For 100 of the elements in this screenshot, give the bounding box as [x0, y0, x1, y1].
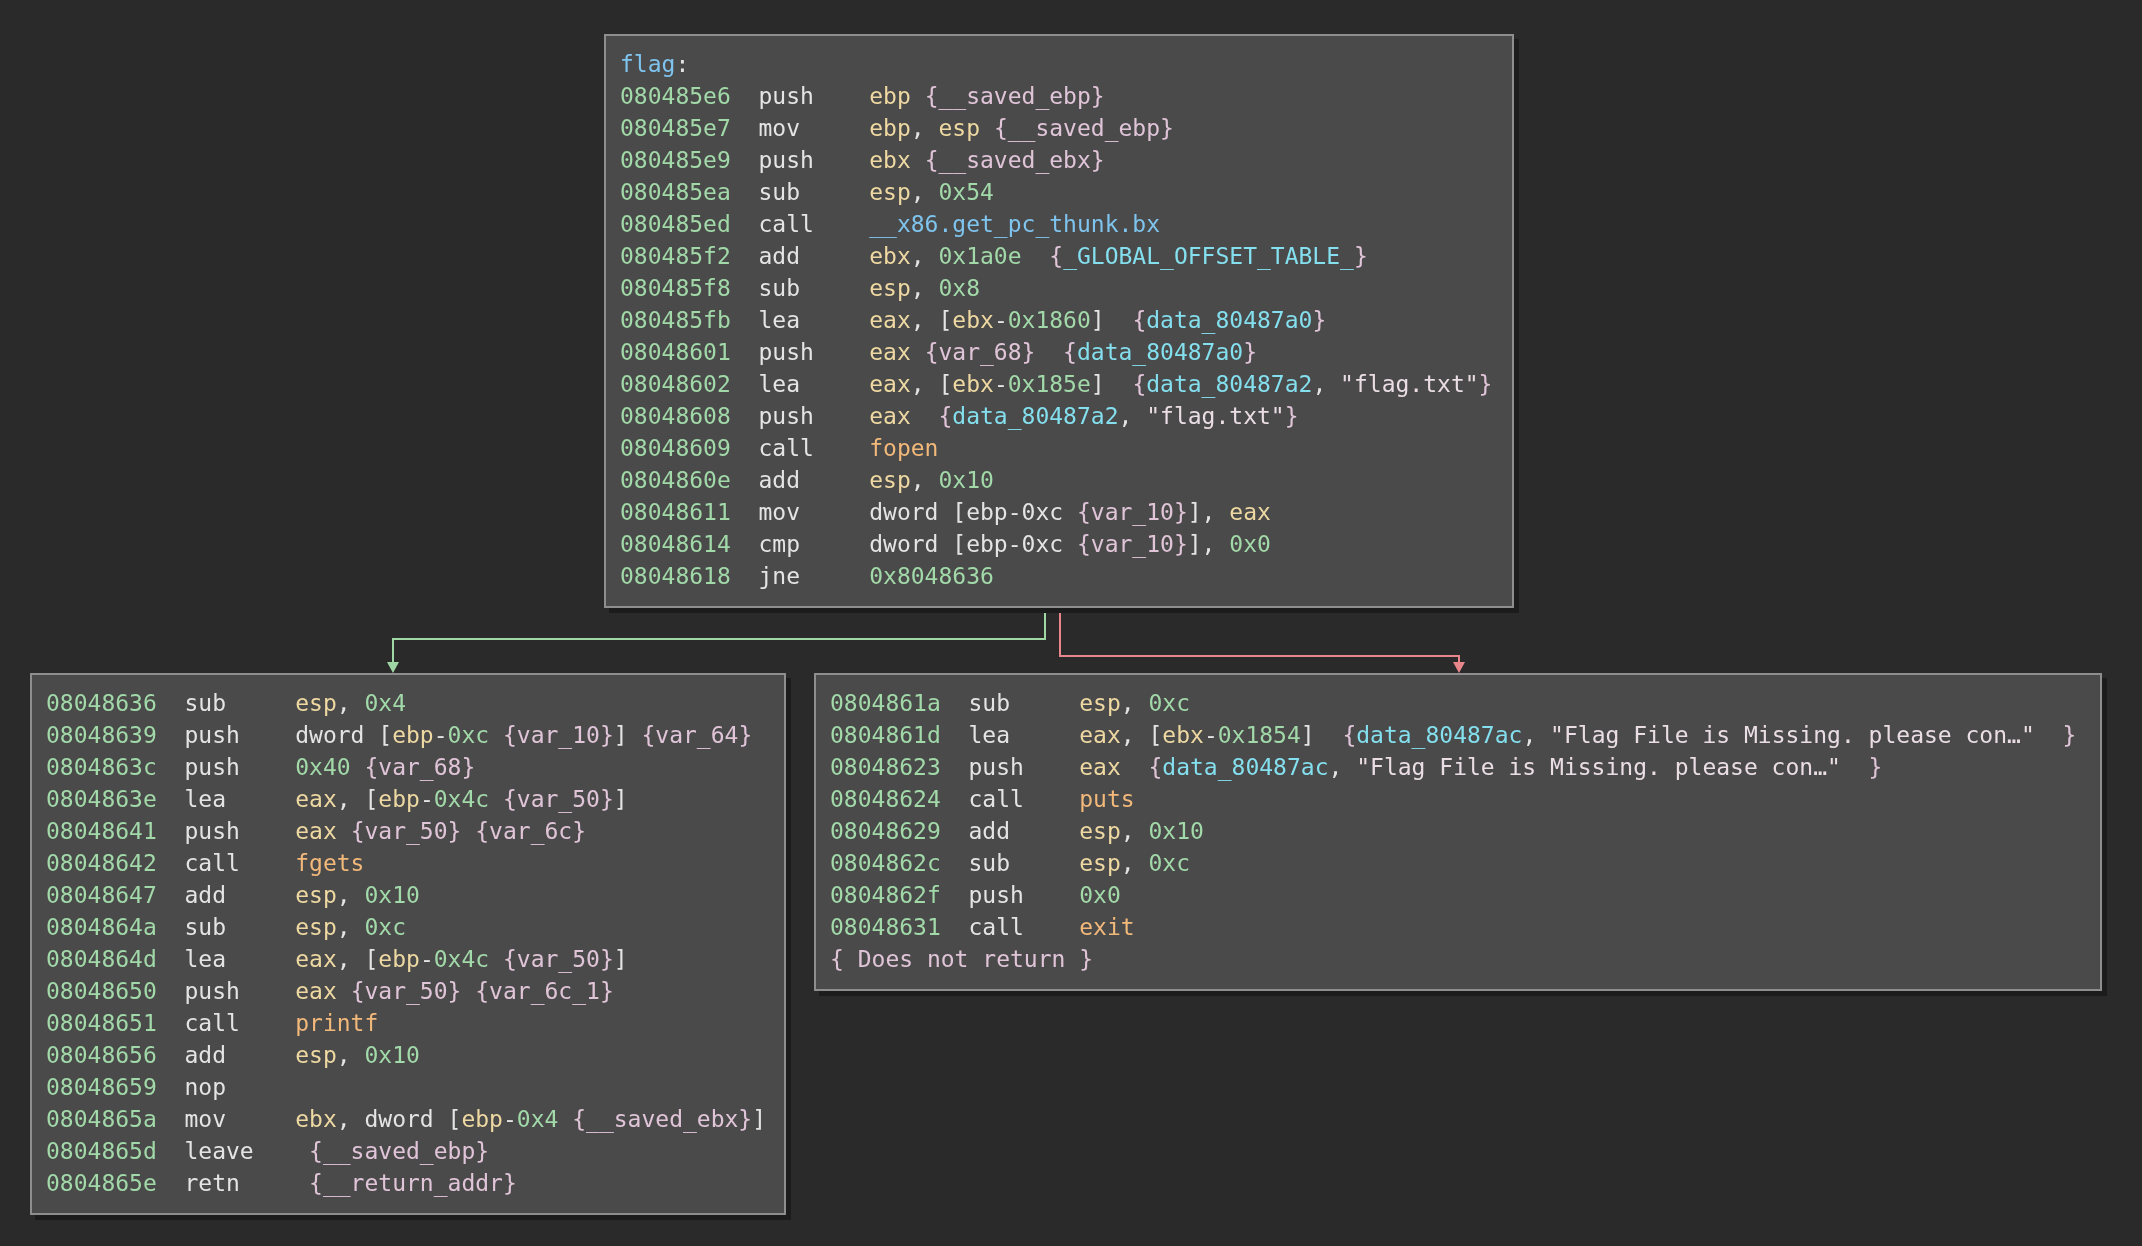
mnemonic-text: push [758, 146, 815, 175]
mnemonic-text: lea [184, 945, 227, 974]
mnemonic-text: sub [184, 913, 227, 942]
mnemonic-text: push [968, 881, 1025, 910]
operand-text: dword [ebp-0xc {var_10}] {var_64} [295, 721, 753, 751]
mnemonic-text: push [184, 753, 241, 782]
address-text: 080485e9 [620, 146, 732, 175]
operand-text: eax {var_50} {var_6c} [295, 817, 587, 847]
mnemonic-text: sub [184, 689, 227, 718]
operand-text: esp, 0xc [1079, 849, 1191, 878]
address-text: 080485fb [620, 306, 732, 335]
operand-text: exit [1079, 913, 1135, 942]
mnemonic-text: lea [758, 370, 801, 399]
mnemonic-text: call [758, 210, 815, 239]
mnemonic-text: add [758, 242, 801, 271]
mnemonic-text: lea [758, 306, 801, 335]
address-text: 08048651 [46, 1009, 158, 1038]
mnemonic-text: retn [184, 1169, 241, 1198]
mnemonic-text: push [758, 402, 815, 431]
address-text: 08048650 [46, 977, 158, 1006]
address-text: 08048611 [620, 498, 732, 527]
operand-text: dword [ebp-0xc {var_10}], 0x0 [869, 530, 1271, 560]
operand-text: eax {data_80487ac, "Flag File is Missing. please con…" } [1079, 753, 1883, 783]
operand-text: eax, [ebx-0x185e] {data_80487a2, "flag.txt"} [869, 370, 1493, 400]
address-text: 08048614 [620, 530, 732, 559]
operand-text: esp, 0x4 [295, 689, 407, 718]
operand-text: esp, 0x54 [869, 178, 994, 207]
address-text: 08048608 [620, 402, 732, 431]
mnemonic-text: leave [184, 1137, 255, 1166]
address-text: 08048659 [46, 1073, 158, 1102]
mnemonic-text: push [184, 721, 241, 750]
operand-text: 0x40 {var_68} [295, 753, 476, 783]
mnemonic-text: nop [184, 1073, 227, 1102]
mnemonic-text: call [184, 849, 241, 878]
operand-text: puts [1079, 785, 1135, 814]
operand-text: eax, [ebx-0x1860] {data_80487a0} [869, 306, 1327, 336]
mnemonic-text: push [184, 977, 241, 1006]
address-text: 0804861a [830, 689, 942, 718]
address-text: 080485f2 [620, 242, 732, 271]
address-text: 08048642 [46, 849, 158, 878]
address-text: 0804863c [46, 753, 158, 782]
mnemonic-text: sub [968, 689, 1011, 718]
operand-text: esp, 0x8 [869, 274, 981, 303]
mnemonic-text: call [968, 785, 1025, 814]
operand-text: {__saved_ebp} [308, 1137, 490, 1167]
mnemonic-text: mov [758, 114, 801, 143]
address-text: 080485e7 [620, 114, 732, 143]
address-text: 08048656 [46, 1041, 158, 1070]
address-text: 080485ea [620, 178, 732, 207]
operand-text: fgets [295, 849, 365, 878]
operand-text: eax, [ebx-0x1854] {data_80487ac, "Flag File is Missing. please con…" } [1079, 721, 2077, 751]
mnemonic-text: jne [758, 562, 801, 591]
operand-text: esp, 0x10 [1079, 817, 1204, 846]
operand-text: ebp, esp {__saved_ebp} [869, 114, 1174, 144]
address-text: 080485f8 [620, 274, 732, 303]
operand-text: eax {var_68} {data_80487a0} [869, 338, 1257, 368]
address-text: 08048601 [620, 338, 732, 367]
address-text: 08048629 [830, 817, 942, 846]
operand-text: esp, 0xc [1079, 689, 1191, 718]
operand-text: esp, 0x10 [869, 466, 994, 495]
address-text: 0804864a [46, 913, 158, 942]
operand-text: fopen [869, 434, 939, 463]
mnemonic-text: push [968, 753, 1025, 782]
address-text: 0804862f [830, 881, 942, 910]
address-text: 08048618 [620, 562, 732, 591]
address-text: 0804865d [46, 1137, 158, 1166]
address-text: 08048641 [46, 817, 158, 846]
address-text: 0804863e [46, 785, 158, 814]
operand-text: 0x0 [1079, 881, 1121, 910]
mnemonic-text: lea [968, 721, 1011, 750]
address-text: 08048639 [46, 721, 158, 750]
operand-text: esp, 0xc [295, 913, 407, 942]
mnemonic-text: sub [758, 178, 801, 207]
mnemonic-text: add [184, 1041, 227, 1070]
operand-text: __x86.get_pc_thunk.bx [869, 210, 1161, 240]
mnemonic-text: add [184, 881, 227, 910]
mnemonic-text: sub [968, 849, 1011, 878]
address-text: 080485e6 [620, 82, 732, 111]
address-text: 0804864d [46, 945, 158, 974]
operand-text: dword [ebp-0xc {var_10}], eax [869, 498, 1271, 528]
address-text: 0804865e [46, 1169, 158, 1198]
operand-text: eax, [ebp-0x4c {var_50}] [295, 945, 628, 975]
mnemonic-text: mov [184, 1105, 227, 1134]
address-text: 08048623 [830, 753, 942, 782]
function-label: flag: [620, 50, 690, 79]
operand-text: eax {var_50} {var_6c_1} [295, 977, 614, 1007]
operand-text: ebp {__saved_ebp} [869, 82, 1105, 112]
mnemonic-text: mov [758, 498, 801, 527]
annotation-text: { Does not return } [830, 945, 1094, 974]
mnemonic-text: call [968, 913, 1025, 942]
mnemonic-text: call [184, 1009, 241, 1038]
operand-text: printf [295, 1009, 379, 1038]
mnemonic-text: push [184, 817, 241, 846]
operand-text: eax, [ebp-0x4c {var_50}] [295, 785, 628, 815]
mnemonic-text: cmp [758, 530, 801, 559]
operand-text: esp, 0x10 [295, 1041, 420, 1070]
mnemonic-text: add [758, 466, 801, 495]
address-text: 08048624 [830, 785, 942, 814]
mnemonic-text: lea [184, 785, 227, 814]
operand-text: 0x8048636 [869, 562, 994, 591]
